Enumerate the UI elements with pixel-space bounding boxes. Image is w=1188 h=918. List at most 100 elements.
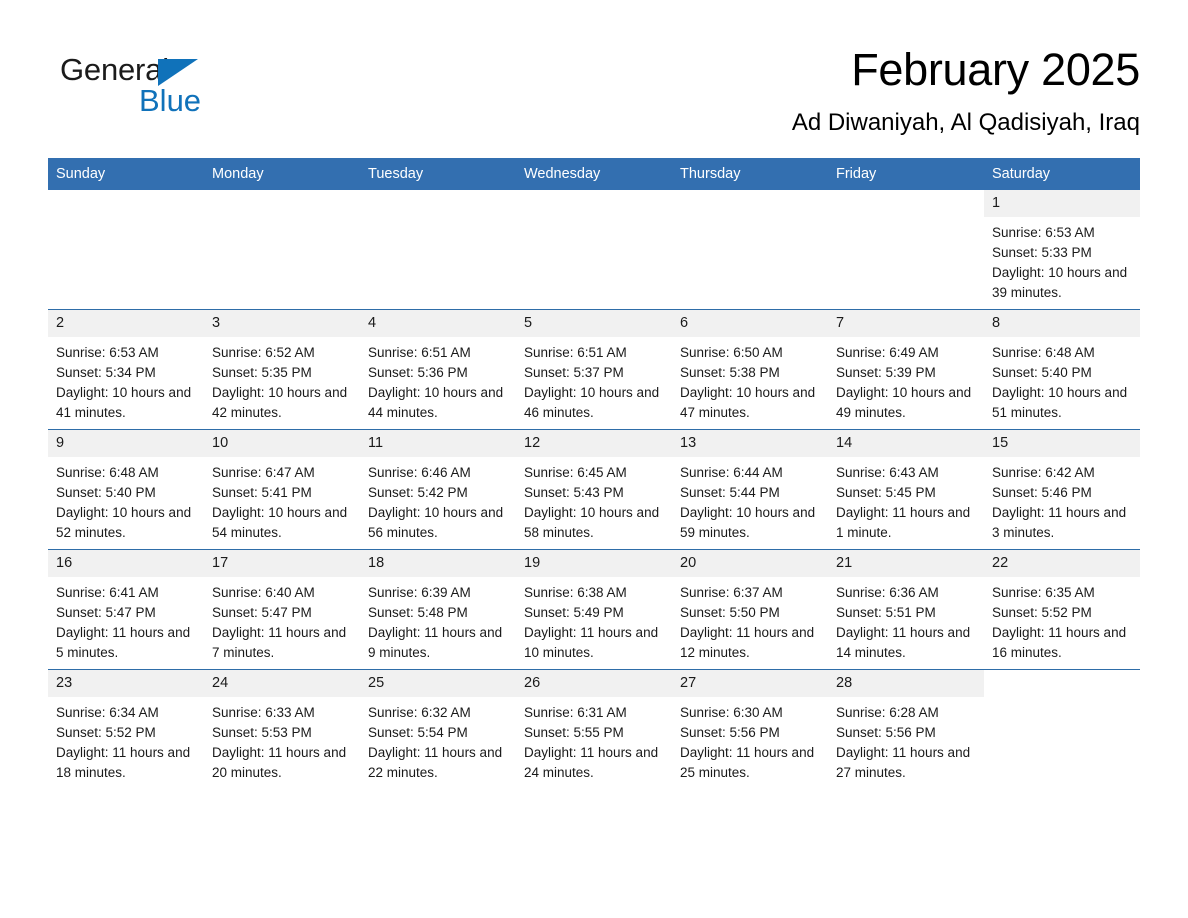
- calendar-day-cell[interactable]: 13 Sunrise: 6:44 AM Sunset: 5:44 PM Dayligh…: [672, 429, 828, 550]
- day-info: Sunrise: 6:42 AM Sunset: 5:46 PM Daylight:…: [984, 457, 1140, 543]
- daylight-text: Daylight: 11 hours and 16 minutes.: [992, 625, 1127, 660]
- sunset-text: Sunset: 5:54 PM: [368, 725, 468, 740]
- calendar-day-cell[interactable]: 14 Sunrise: 6:43 AM Sunset: 5:45 PM Dayligh…: [828, 429, 984, 550]
- calendar-week-row: 2 Sunrise: 6:53 AM Sunset: 5:34 PM Daylight…: [48, 309, 1140, 430]
- calendar-day-cell[interactable]: 7 Sunrise: 6:49 AM Sunset: 5:39 PM Daylight…: [828, 309, 984, 430]
- calendar-day-cell[interactable]: 3 Sunrise: 6:52 AM Sunset: 5:35 PM Daylight…: [204, 309, 360, 430]
- day-number: [48, 190, 204, 217]
- sunset-text: Sunset: 5:51 PM: [836, 605, 936, 620]
- sunset-text: Sunset: 5:49 PM: [524, 605, 624, 620]
- sunrise-text: Sunrise: 6:52 AM: [212, 345, 315, 360]
- sunrise-text: Sunrise: 6:40 AM: [212, 585, 315, 600]
- sunset-text: Sunset: 5:37 PM: [524, 365, 624, 380]
- daylight-text: Daylight: 11 hours and 14 minutes.: [836, 625, 971, 660]
- day-info: Sunrise: 6:40 AM Sunset: 5:47 PM Daylight:…: [204, 577, 360, 663]
- sunset-text: Sunset: 5:35 PM: [212, 365, 312, 380]
- calendar-cell-empty: [48, 190, 204, 310]
- daylight-text: Daylight: 10 hours and 47 minutes.: [680, 385, 816, 420]
- day-number: 11: [360, 430, 516, 457]
- daylight-text: Daylight: 11 hours and 24 minutes.: [524, 745, 659, 780]
- calendar-day-cell[interactable]: 6 Sunrise: 6:50 AM Sunset: 5:38 PM Daylight…: [672, 309, 828, 430]
- calendar-week-row: 23 Sunrise: 6:34 AM Sunset: 5:52 PM Dayligh…: [48, 669, 1140, 789]
- calendar-day-cell[interactable]: 5 Sunrise: 6:51 AM Sunset: 5:37 PM Daylight…: [516, 309, 672, 430]
- daylight-text: Daylight: 11 hours and 12 minutes.: [680, 625, 815, 660]
- day-info: Sunrise: 6:37 AM Sunset: 5:50 PM Daylight:…: [672, 577, 828, 663]
- day-info: Sunrise: 6:52 AM Sunset: 5:35 PM Daylight:…: [204, 337, 360, 423]
- sunset-text: Sunset: 5:50 PM: [680, 605, 780, 620]
- sunrise-text: Sunrise: 6:46 AM: [368, 465, 471, 480]
- day-number: 23: [48, 670, 204, 697]
- calendar-day-cell[interactable]: 26 Sunrise: 6:31 AM Sunset: 5:55 PM Dayligh…: [516, 669, 672, 789]
- day-number: 22: [984, 550, 1140, 577]
- sunrise-text: Sunrise: 6:33 AM: [212, 705, 315, 720]
- calendar-day-cell[interactable]: 2 Sunrise: 6:53 AM Sunset: 5:34 PM Daylight…: [48, 309, 204, 430]
- calendar-day-cell[interactable]: 24 Sunrise: 6:33 AM Sunset: 5:53 PM Dayligh…: [204, 669, 360, 789]
- calendar-day-cell[interactable]: 11 Sunrise: 6:46 AM Sunset: 5:42 PM Dayligh…: [360, 429, 516, 550]
- sunrise-text: Sunrise: 6:41 AM: [56, 585, 159, 600]
- daylight-text: Daylight: 10 hours and 54 minutes.: [212, 505, 348, 540]
- daylight-text: Daylight: 10 hours and 58 minutes.: [524, 505, 660, 540]
- day-number: 4: [360, 310, 516, 337]
- calendar-day-cell[interactable]: 16 Sunrise: 6:41 AM Sunset: 5:47 PM Dayligh…: [48, 549, 204, 670]
- sunrise-text: Sunrise: 6:50 AM: [680, 345, 783, 360]
- day-number: [672, 190, 828, 217]
- calendar-day-cell[interactable]: 1 Sunrise: 6:53 AM Sunset: 5:33 PM Daylight…: [984, 190, 1140, 310]
- day-info: Sunrise: 6:48 AM Sunset: 5:40 PM Daylight:…: [984, 337, 1140, 423]
- sunset-text: Sunset: 5:47 PM: [212, 605, 312, 620]
- daylight-text: Daylight: 10 hours and 42 minutes.: [212, 385, 348, 420]
- calendar-cell-empty: [360, 190, 516, 310]
- sunrise-text: Sunrise: 6:51 AM: [368, 345, 471, 360]
- calendar-day-cell[interactable]: 27 Sunrise: 6:30 AM Sunset: 5:56 PM Dayligh…: [672, 669, 828, 789]
- calendar-day-cell[interactable]: 21 Sunrise: 6:36 AM Sunset: 5:51 PM Dayligh…: [828, 549, 984, 670]
- day-info: Sunrise: 6:38 AM Sunset: 5:49 PM Daylight:…: [516, 577, 672, 663]
- day-number: [984, 670, 1140, 697]
- calendar-day-cell[interactable]: 28 Sunrise: 6:28 AM Sunset: 5:56 PM Dayligh…: [828, 669, 984, 789]
- daylight-text: Daylight: 11 hours and 10 minutes.: [524, 625, 659, 660]
- sunrise-text: Sunrise: 6:48 AM: [992, 345, 1095, 360]
- calendar-day-cell[interactable]: 15 Sunrise: 6:42 AM Sunset: 5:46 PM Dayligh…: [984, 429, 1140, 550]
- weekday-header-sunday: Sunday: [48, 158, 204, 190]
- calendar-day-cell[interactable]: 23 Sunrise: 6:34 AM Sunset: 5:52 PM Dayligh…: [48, 669, 204, 789]
- calendar-day-cell[interactable]: 19 Sunrise: 6:38 AM Sunset: 5:49 PM Dayligh…: [516, 549, 672, 670]
- day-number: 7: [828, 310, 984, 337]
- daylight-text: Daylight: 10 hours and 49 minutes.: [836, 385, 972, 420]
- sunset-text: Sunset: 5:40 PM: [56, 485, 156, 500]
- day-info: Sunrise: 6:44 AM Sunset: 5:44 PM Daylight:…: [672, 457, 828, 543]
- sunset-text: Sunset: 5:52 PM: [992, 605, 1092, 620]
- sunrise-text: Sunrise: 6:53 AM: [56, 345, 159, 360]
- sunrise-text: Sunrise: 6:35 AM: [992, 585, 1095, 600]
- calendar-day-cell[interactable]: 4 Sunrise: 6:51 AM Sunset: 5:36 PM Daylight…: [360, 309, 516, 430]
- sunrise-text: Sunrise: 6:34 AM: [56, 705, 159, 720]
- sunset-text: Sunset: 5:47 PM: [56, 605, 156, 620]
- day-number: 27: [672, 670, 828, 697]
- sunset-text: Sunset: 5:55 PM: [524, 725, 624, 740]
- calendar-day-cell[interactable]: 18 Sunrise: 6:39 AM Sunset: 5:48 PM Dayligh…: [360, 549, 516, 670]
- sunrise-text: Sunrise: 6:38 AM: [524, 585, 627, 600]
- sunset-text: Sunset: 5:38 PM: [680, 365, 780, 380]
- day-number: 21: [828, 550, 984, 577]
- day-number: 6: [672, 310, 828, 337]
- day-number: 5: [516, 310, 672, 337]
- day-number: 9: [48, 430, 204, 457]
- calendar-day-cell[interactable]: 9 Sunrise: 6:48 AM Sunset: 5:40 PM Daylight…: [48, 429, 204, 550]
- calendar-week-row: 16 Sunrise: 6:41 AM Sunset: 5:47 PM Dayligh…: [48, 549, 1140, 670]
- sunset-text: Sunset: 5:46 PM: [992, 485, 1092, 500]
- calendar-day-cell[interactable]: 8 Sunrise: 6:48 AM Sunset: 5:40 PM Daylight…: [984, 309, 1140, 430]
- calendar-day-cell[interactable]: 22 Sunrise: 6:35 AM Sunset: 5:52 PM Dayligh…: [984, 549, 1140, 670]
- calendar-cell-empty: [516, 190, 672, 310]
- day-number: 19: [516, 550, 672, 577]
- day-info: Sunrise: 6:50 AM Sunset: 5:38 PM Daylight:…: [672, 337, 828, 423]
- calendar-day-cell[interactable]: 25 Sunrise: 6:32 AM Sunset: 5:54 PM Dayligh…: [360, 669, 516, 789]
- page-title: February 2025: [851, 44, 1140, 95]
- title-block: February 2025 Ad Diwaniyah, Al Qadisiyah…: [792, 42, 1140, 140]
- day-info: Sunrise: 6:45 AM Sunset: 5:43 PM Daylight:…: [516, 457, 672, 543]
- calendar-day-cell[interactable]: 20 Sunrise: 6:37 AM Sunset: 5:50 PM Dayligh…: [672, 549, 828, 670]
- day-info: Sunrise: 6:48 AM Sunset: 5:40 PM Daylight:…: [48, 457, 204, 543]
- page-masthead: General Blue February 2025 Ad Diwaniyah,…: [48, 42, 1140, 150]
- day-info: Sunrise: 6:28 AM Sunset: 5:56 PM Daylight:…: [828, 697, 984, 783]
- calendar-day-cell[interactable]: 10 Sunrise: 6:47 AM Sunset: 5:41 PM Dayligh…: [204, 429, 360, 550]
- location-subtitle: Ad Diwaniyah, Al Qadisiyah, Iraq: [791, 109, 1140, 136]
- daylight-text: Daylight: 11 hours and 18 minutes.: [56, 745, 191, 780]
- calendar-day-cell[interactable]: 17 Sunrise: 6:40 AM Sunset: 5:47 PM Dayligh…: [204, 549, 360, 670]
- calendar-day-cell[interactable]: 12 Sunrise: 6:45 AM Sunset: 5:43 PM Dayligh…: [516, 429, 672, 550]
